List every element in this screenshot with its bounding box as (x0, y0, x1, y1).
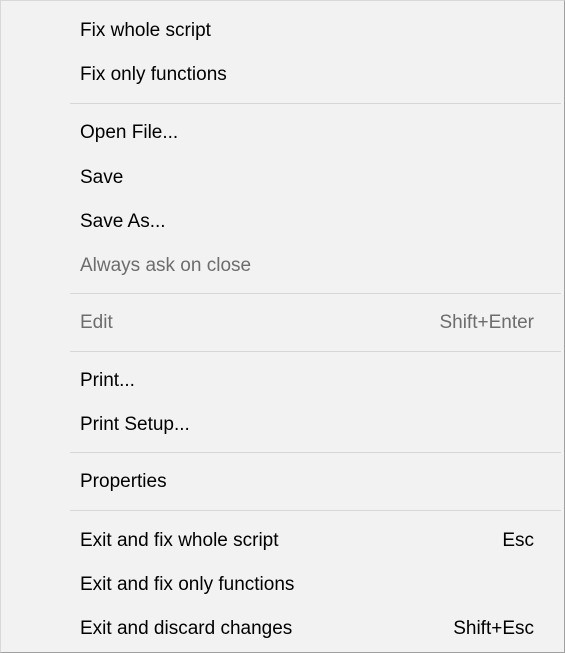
menu-item-label: Edit (80, 312, 113, 333)
menu-item-properties[interactable]: Properties (80, 467, 534, 497)
menu-item-label: Save As... (80, 211, 166, 232)
menu-item-open-file[interactable]: Open File... (80, 118, 534, 148)
menu-item-label: Exit and fix only functions (80, 574, 295, 595)
menu-separator (70, 452, 561, 453)
menu-separator (70, 293, 561, 294)
menu-item-label: Print... (80, 370, 135, 391)
menu-item-edit: Edit Shift+Enter (80, 308, 534, 338)
menu-item-label: Always ask on close (80, 255, 252, 276)
menu-item-shortcut: Esc (502, 530, 534, 551)
menu-separator (70, 351, 561, 352)
menu-item-exit-fix-only-functions[interactable]: Exit and fix only functions (80, 570, 534, 600)
menu-item-fix-only-functions[interactable]: Fix only functions (80, 60, 534, 90)
menu-item-always-ask-on-close: Always ask on close (80, 251, 534, 281)
menu-item-label: Fix only functions (80, 64, 227, 85)
menu-item-save[interactable]: Save (80, 163, 534, 193)
menu-item-label: Open File... (80, 122, 179, 143)
menu-item-shortcut: Shift+Esc (453, 618, 534, 639)
menu-item-print[interactable]: Print... (80, 366, 534, 396)
menu-item-exit-discard-changes[interactable]: Exit and discard changes Shift+Esc (80, 614, 534, 644)
menu-item-label: Properties (80, 471, 167, 492)
menu-item-label: Save (80, 167, 124, 188)
menu-item-exit-fix-whole-script[interactable]: Exit and fix whole script Esc (80, 526, 534, 556)
menu-separator (70, 103, 561, 104)
menu-item-print-setup[interactable]: Print Setup... (80, 410, 534, 440)
context-menu: Fix whole script Fix only functions Open… (0, 0, 565, 653)
menu-item-save-as[interactable]: Save As... (80, 207, 534, 237)
menu-item-label: Exit and discard changes (80, 618, 293, 639)
menu-item-shortcut: Shift+Enter (439, 312, 534, 333)
menu-item-label: Print Setup... (80, 414, 190, 435)
menu-separator (70, 510, 561, 511)
menu-item-label: Exit and fix whole script (80, 530, 279, 551)
menu-item-fix-whole-script[interactable]: Fix whole script (80, 16, 534, 46)
menu-item-label: Fix whole script (80, 20, 211, 41)
